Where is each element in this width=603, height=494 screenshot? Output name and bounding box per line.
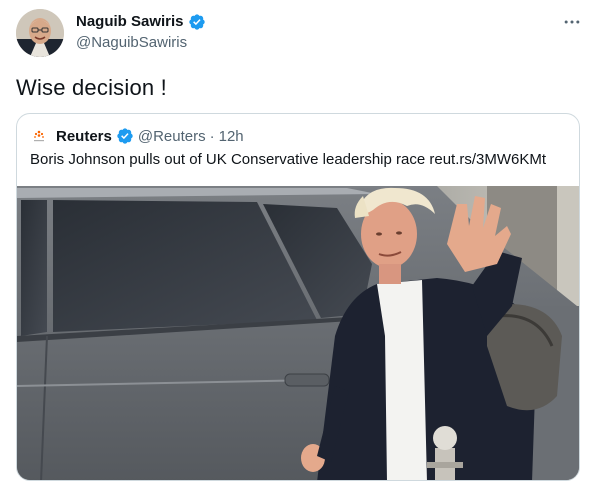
author-name-text[interactable]: Naguib Sawiris: [76, 12, 184, 32]
author-avatar[interactable]: [16, 9, 64, 57]
verified-badge-icon: [188, 14, 205, 30]
quoted-tweet-card[interactable]: Reuters @Reuters · 12h Boris Johnson pul…: [16, 113, 580, 481]
quoted-author-handle[interactable]: @Reuters: [138, 128, 206, 145]
quoted-tweet-text: Boris Johnson pulls out of UK Conservati…: [30, 151, 547, 168]
more-horizontal-icon: [564, 20, 580, 24]
quoted-timestamp[interactable]: 12h: [219, 128, 244, 145]
verified-badge-icon: [117, 128, 133, 144]
more-options-button[interactable]: [558, 10, 586, 34]
quoted-tweet-header: Reuters @Reuters · 12h: [30, 126, 244, 146]
quoted-author-name[interactable]: Reuters: [56, 128, 112, 145]
author-name[interactable]: Naguib Sawiris: [76, 12, 206, 32]
quoted-tweet-photo[interactable]: [17, 186, 580, 481]
tweet-text: Wise decision !: [16, 75, 167, 100]
reuters-logo-icon[interactable]: [30, 127, 48, 145]
separator-dot: ·: [209, 127, 215, 145]
author-handle[interactable]: @NaguibSawiris: [76, 33, 187, 53]
